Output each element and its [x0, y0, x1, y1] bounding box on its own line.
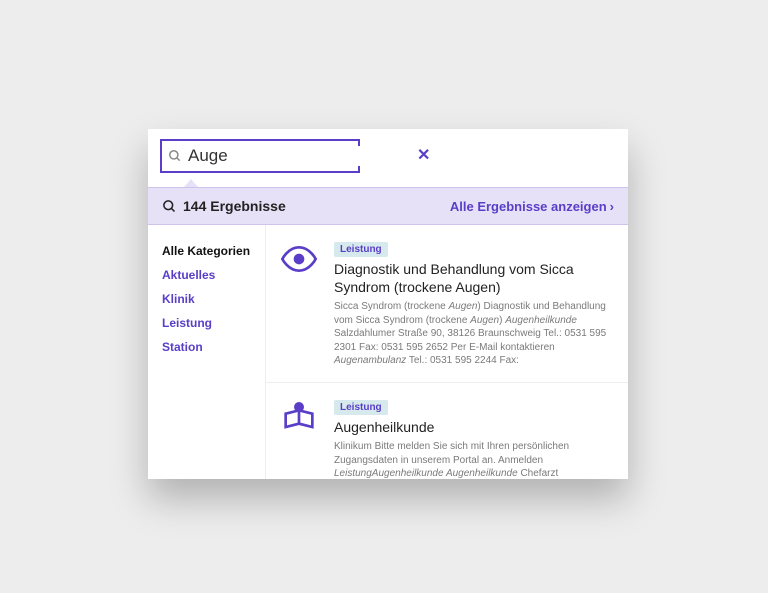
show-all-label: Alle Ergebnisse anzeigen: [450, 199, 607, 214]
category-badge: Leistung: [334, 400, 388, 415]
category-station[interactable]: Station: [162, 335, 265, 359]
eye-icon: [278, 239, 320, 281]
search-box[interactable]: ✕: [160, 139, 360, 173]
results-count: 144 Ergebnisse: [162, 198, 286, 214]
results-bar: 144 Ergebnisse Alle Ergebnisse anzeigen …: [148, 187, 628, 225]
category-leistung[interactable]: Leistung: [162, 311, 265, 335]
category-badge: Leistung: [334, 242, 388, 257]
results-body: Alle Kategorien Aktuelles Klinik Leistun…: [148, 225, 628, 479]
results-list: Leistung Diagnostik und Behandlung vom S…: [266, 225, 628, 479]
reader-icon: [278, 397, 320, 439]
result-content: Leistung Augenheilkunde Klinikum Bitte m…: [334, 397, 614, 480]
chevron-right-icon: ›: [610, 199, 614, 214]
clear-button[interactable]: ✕: [415, 148, 432, 164]
result-snippet: Klinikum Bitte melden Sie sich mit Ihren…: [334, 440, 614, 479]
category-all[interactable]: Alle Kategorien: [162, 239, 265, 263]
search-input[interactable]: [188, 146, 409, 166]
category-sidebar: Alle Kategorien Aktuelles Klinik Leistun…: [148, 225, 266, 479]
search-icon: [162, 199, 177, 214]
search-row: ✕: [148, 129, 628, 179]
result-title: Augenheilkunde: [334, 419, 614, 437]
search-panel: ✕ 144 Ergebnisse Alle Ergebnisse anzeige…: [148, 129, 628, 479]
search-icon: [168, 149, 182, 163]
category-aktuelles[interactable]: Aktuelles: [162, 263, 265, 287]
show-all-link[interactable]: Alle Ergebnisse anzeigen ›: [450, 199, 614, 214]
results-count-text: 144 Ergebnisse: [183, 198, 286, 214]
category-klinik[interactable]: Klinik: [162, 287, 265, 311]
result-item[interactable]: Leistung Diagnostik und Behandlung vom S…: [266, 225, 628, 383]
result-item[interactable]: Leistung Augenheilkunde Klinikum Bitte m…: [266, 383, 628, 480]
result-title: Diagnostik und Behandlung vom Sicca Synd…: [334, 261, 614, 296]
result-content: Leistung Diagnostik und Behandlung vom S…: [334, 239, 614, 368]
dropdown-caret: [148, 179, 628, 187]
result-snippet: Sicca Syndrom (trockene Augen) Diagnosti…: [334, 300, 614, 368]
